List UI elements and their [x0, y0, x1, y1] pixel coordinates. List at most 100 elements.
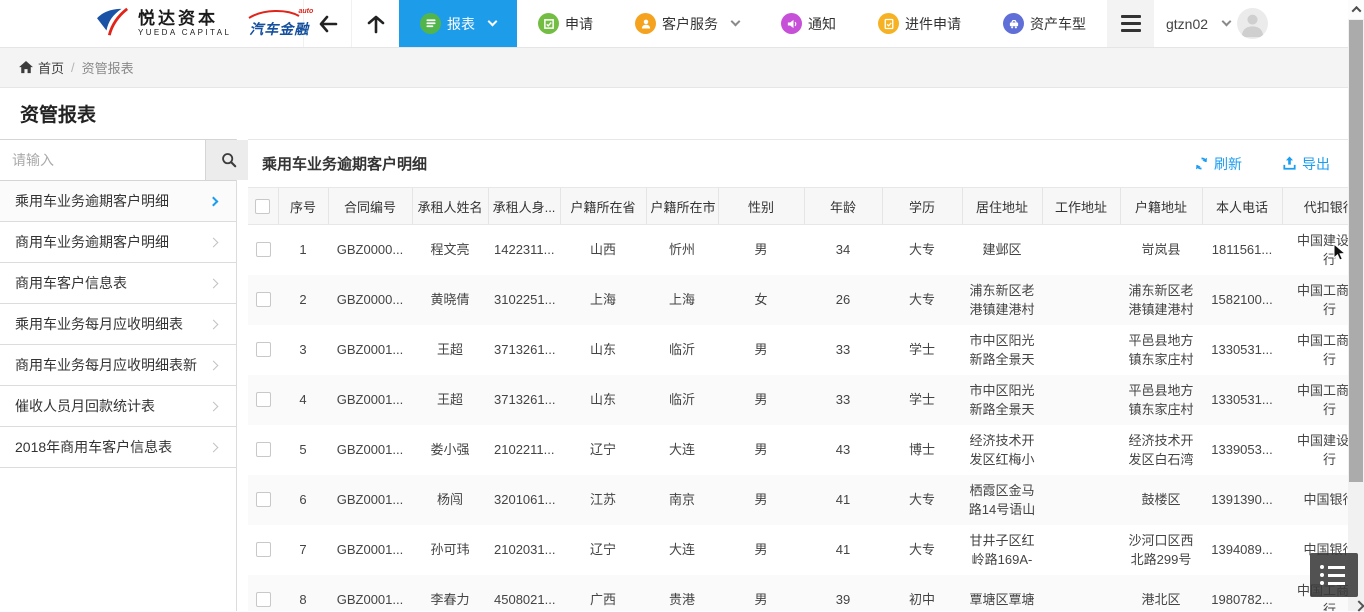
hamburger-menu-button[interactable]	[1107, 0, 1154, 47]
table-body: 1GBZ0000...程文亮1422311...山西忻州男34大专建邺区岢岚县1…	[248, 225, 1364, 612]
sidebar-item-3[interactable]: 乘用车业务每月应收明细表	[0, 304, 236, 345]
cell-work_addr	[1042, 425, 1120, 475]
cell-age: 41	[804, 475, 882, 525]
breadcrumb-current: 资管报表	[82, 58, 134, 77]
cell-gender: 男	[718, 525, 804, 575]
cell-city: 上海	[646, 275, 718, 325]
cell-age: 34	[804, 225, 882, 275]
cell-province: 上海	[560, 275, 646, 325]
cell-lessee_name: 黄晓倩	[412, 275, 488, 325]
sidebar-item-5[interactable]: 催收人员月回款统计表	[0, 386, 236, 427]
export-button[interactable]: 导出	[1282, 154, 1330, 174]
search-button[interactable]	[205, 140, 251, 180]
cell-seq: 3	[278, 325, 328, 375]
cell-seq: 1	[278, 225, 328, 275]
column-header-1: 合同编号	[328, 188, 412, 225]
table-row: 5GBZ0001...娄小强2102211...辽宁大连男43博士经济技术开发区…	[248, 425, 1364, 475]
cell-registered_addr: 浦东新区老港镇建港村	[1120, 275, 1202, 325]
column-header-8: 学历	[882, 188, 962, 225]
select-all-checkbox[interactable]	[255, 199, 270, 214]
cell-education: 学士	[882, 325, 962, 375]
cell-lessee_name: 王超	[412, 325, 488, 375]
sidebar-item-0[interactable]: 乘用车业务逾期客户明细	[0, 181, 236, 222]
cell-province: 山西	[560, 225, 646, 275]
sub-brand-auto-finance: auto 汽车金融	[249, 9, 309, 39]
row-checkbox[interactable]	[256, 242, 271, 257]
cell-gender: 女	[718, 275, 804, 325]
cell-lessee_id: 3713261...	[488, 375, 560, 425]
car-swoosh-icon	[247, 9, 301, 19]
chevron-right-icon	[209, 319, 219, 329]
data-table: 序号合同编号承租人姓名承租人身...户籍所在省户籍所在市性别年龄学历居住地址工作…	[248, 187, 1364, 611]
sidebar-item-label: 商用车业务逾期客户明细	[15, 232, 169, 252]
cell-province: 辽宁	[560, 425, 646, 475]
nav-item-customer-service[interactable]: 客户服务	[614, 0, 760, 47]
sidebar-item-1[interactable]: 商用车业务逾期客户明细	[0, 222, 236, 263]
column-header-4: 户籍所在省	[560, 188, 646, 225]
cell-residence_addr: 栖霞区金马路14号语山	[962, 475, 1042, 525]
row-checkbox[interactable]	[256, 392, 271, 407]
row-checkbox-cell	[248, 525, 278, 575]
search-input[interactable]	[0, 140, 205, 180]
table-row: 3GBZ0001...王超3713261...山东临沂男33学士市中区阳光新路全…	[248, 325, 1364, 375]
sidebar-item-label: 商用车业务每月应收明细表新	[15, 355, 197, 375]
cell-province: 山东	[560, 325, 646, 375]
cell-education: 博士	[882, 425, 962, 475]
scrollbar-up-button[interactable]	[1348, 0, 1364, 19]
scroll-up-icon	[1351, 6, 1361, 16]
cell-lessee_name: 李春力	[412, 575, 488, 612]
refresh-button[interactable]: 刷新	[1194, 154, 1242, 174]
cell-gender: 男	[718, 325, 804, 375]
column-list-button[interactable]	[1310, 553, 1358, 597]
chevron-down-icon	[731, 17, 741, 27]
row-checkbox[interactable]	[256, 292, 271, 307]
cell-contract_no: GBZ0001...	[328, 475, 412, 525]
up-button[interactable]	[351, 0, 399, 47]
nav-item-intake-apply[interactable]: 进件申请	[857, 0, 982, 47]
table-head: 序号合同编号承租人姓名承租人身...户籍所在省户籍所在市性别年龄学历居住地址工作…	[248, 188, 1364, 225]
cell-phone: 1391390...	[1202, 475, 1282, 525]
row-checkbox[interactable]	[256, 342, 271, 357]
title-bar: 资管报表	[0, 88, 1364, 139]
row-checkbox[interactable]	[256, 592, 271, 607]
column-header-12: 本人电话	[1202, 188, 1282, 225]
chevron-right-icon	[209, 360, 219, 370]
cell-contract_no: GBZ0001...	[328, 325, 412, 375]
cell-city: 贵港	[646, 575, 718, 612]
cell-residence_addr: 市中区阳光新路全景天	[962, 375, 1042, 425]
sidebar-item-6[interactable]: 2018年商用车客户信息表	[0, 427, 236, 468]
top-navbar: 悦达资本 YUEDA CAPITAL auto 汽车金融 报表申请客户服务通知进…	[0, 0, 1364, 48]
cell-province: 辽宁	[560, 525, 646, 575]
breadcrumb-home[interactable]: 首页	[19, 58, 64, 77]
nav-item-asset-vehicle[interactable]: 资产车型	[982, 0, 1107, 47]
nav-item-apply[interactable]: 申请	[517, 0, 614, 47]
cell-contract_no: GBZ0001...	[328, 425, 412, 475]
cell-age: 43	[804, 425, 882, 475]
scrollbar-thumb[interactable]	[1349, 20, 1363, 482]
logo-mark-icon	[95, 6, 133, 41]
nav-item-report[interactable]: 报表	[399, 0, 517, 47]
cell-seq: 6	[278, 475, 328, 525]
cell-phone: 1339053...	[1202, 425, 1282, 475]
sidebar-item-4[interactable]: 商用车业务每月应收明细表新	[0, 345, 236, 386]
row-checkbox[interactable]	[256, 542, 271, 557]
row-checkbox[interactable]	[256, 442, 271, 457]
sub-brand-label: 汽车金融	[249, 21, 309, 37]
cell-gender: 男	[718, 375, 804, 425]
sidebar-item-label: 商用车客户信息表	[15, 273, 127, 293]
column-header-5: 户籍所在市	[646, 188, 718, 225]
chevron-right-icon	[209, 196, 219, 206]
sidebar-item-label: 乘用车业务逾期客户明细	[15, 191, 169, 211]
sidebar-item-2[interactable]: 商用车客户信息表	[0, 263, 236, 304]
nav-menu: 报表申请客户服务通知进件申请资产车型	[399, 0, 1107, 47]
cell-lessee_id: 3201061...	[488, 475, 560, 525]
username: gtzn02	[1166, 16, 1208, 32]
avatar[interactable]	[1237, 8, 1268, 39]
vertical-scrollbar[interactable]	[1348, 0, 1364, 611]
user-menu[interactable]: gtzn02	[1154, 0, 1280, 47]
sidebar-item-label: 催收人员月回款统计表	[15, 396, 155, 416]
cell-lessee_name: 王超	[412, 375, 488, 425]
cell-registered_addr: 经济技术开发区白石湾	[1120, 425, 1202, 475]
nav-item-notice[interactable]: 通知	[760, 0, 857, 47]
row-checkbox[interactable]	[256, 492, 271, 507]
